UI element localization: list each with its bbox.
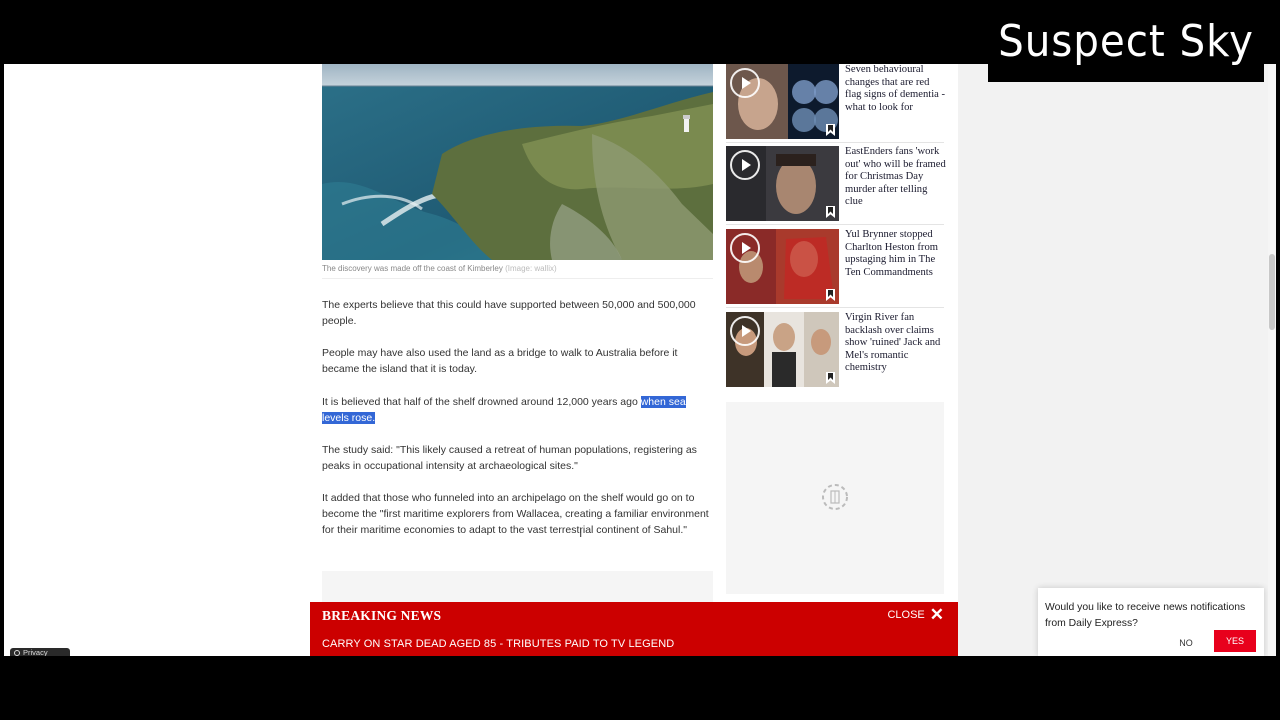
- sidebar-divider: [726, 142, 944, 143]
- browser-viewport: The discovery was made off the coast of …: [4, 64, 1276, 656]
- paragraph-text: It is believed that half of the shelf dr…: [322, 396, 641, 408]
- sidebar-video-item[interactable]: Yul Brynner stopped Charlton Heston from…: [726, 229, 944, 305]
- video-thumbnail[interactable]: [726, 229, 839, 304]
- right-gutter: [958, 64, 1268, 656]
- play-icon: [730, 233, 760, 263]
- play-icon: [730, 68, 760, 98]
- sidebar-item-title[interactable]: Yul Brynner stopped Charlton Heston from…: [845, 229, 947, 279]
- breaking-news-label: BREAKING NEWS: [322, 608, 442, 623]
- article-paragraph: It added that those who funneled into an…: [322, 492, 709, 536]
- article-hero-image: [322, 64, 713, 260]
- sidebar-item-title[interactable]: EastEnders fans 'work out' who will be f…: [845, 146, 947, 209]
- caption-divider: [322, 278, 713, 279]
- sidebar-video-item[interactable]: Seven behavioural changes that are red f…: [726, 64, 947, 140]
- close-label: CLOSE: [887, 608, 925, 621]
- page-scrollbar[interactable]: [1268, 64, 1276, 656]
- scrollbar-thumb[interactable]: [1269, 254, 1275, 330]
- watermark-logo: Suspect Sky: [988, 0, 1264, 82]
- sidebar-video-item[interactable]: Virgin River fan backlash over claims sh…: [726, 312, 944, 388]
- selected-text[interactable]: when sea: [640, 396, 686, 408]
- loading-spinner-icon: [822, 484, 848, 510]
- breaking-news-banner[interactable]: BREAKING NEWS CLOSE ✕ CARRY ON STAR DEAD…: [310, 602, 958, 656]
- notification-message: Would you like to receive news notificat…: [1045, 602, 1246, 629]
- caption-credit: (Image: wallix): [505, 264, 557, 273]
- video-thumbnail[interactable]: [726, 312, 839, 387]
- privacy-button[interactable]: Privacy: [10, 648, 70, 656]
- article-paragraph-selected: It is believed that half of the shelf dr…: [322, 394, 712, 426]
- sidebar-divider: [726, 224, 944, 225]
- image-caption: The discovery was made off the coast of …: [322, 264, 713, 273]
- article-paragraph: The experts believe that this could have…: [322, 299, 696, 327]
- notification-yes-button[interactable]: YES: [1214, 630, 1256, 652]
- notification-prompt: Would you like to receive news notificat…: [1038, 588, 1264, 656]
- breaking-headline-link[interactable]: CARRY ON STAR DEAD AGED 85 - TRIBUTES PA…: [322, 638, 674, 650]
- text-cursor-icon: I: [579, 526, 583, 540]
- close-icon[interactable]: ✕: [930, 606, 944, 623]
- sidebar-item-title[interactable]: Virgin River fan backlash over claims sh…: [845, 312, 947, 375]
- article-paragraph: The study said: "This likely caused a re…: [322, 444, 697, 472]
- coastline-photo: [322, 64, 713, 260]
- privacy-label: Privacy: [23, 648, 48, 656]
- sidebar-divider: [726, 307, 944, 308]
- selected-text[interactable]: levels rose.: [322, 412, 376, 424]
- video-thumbnail[interactable]: [726, 146, 839, 221]
- video-thumbnail[interactable]: [726, 64, 839, 139]
- letterbox-bottom: [0, 656, 1280, 720]
- sidebar-item-title[interactable]: Seven behavioural changes that are red f…: [845, 64, 947, 114]
- notification-no-button[interactable]: NO: [1166, 634, 1206, 652]
- play-icon: [730, 150, 760, 180]
- breaking-close-button[interactable]: CLOSE ✕: [887, 606, 944, 623]
- article-paragraph: People may have also used the land as a …: [322, 347, 678, 375]
- caption-text: The discovery was made off the coast of …: [322, 264, 503, 273]
- sidebar-ad-slot: [726, 402, 944, 594]
- sidebar-video-item[interactable]: EastEnders fans 'work out' who will be f…: [726, 146, 947, 222]
- play-icon: [730, 316, 760, 346]
- left-gutter: [4, 64, 310, 656]
